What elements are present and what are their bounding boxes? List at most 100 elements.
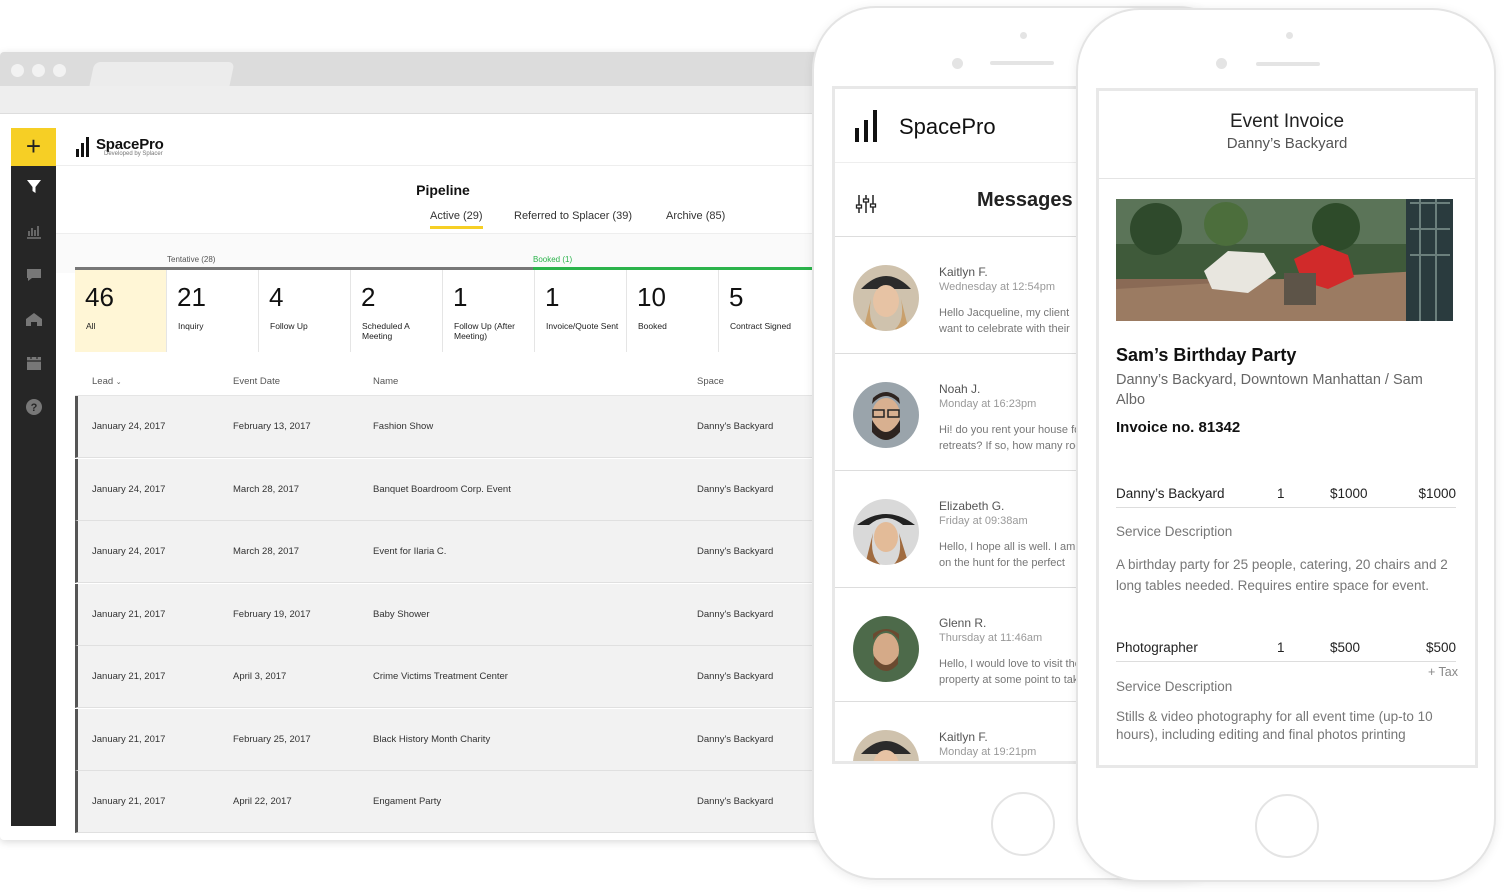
invoice-phone: Event Invoice Danny’s Backyard Sam’s Bir… xyxy=(1076,8,1496,882)
chevron-down-icon: ⌄ xyxy=(115,379,122,386)
cell-event-date: February 13, 2017 xyxy=(233,421,311,432)
table-row[interactable]: January 24, 2017 March 28, 2017 Banquet … xyxy=(75,458,830,521)
message-sender: Noah J. xyxy=(939,382,981,396)
item-total: $500 xyxy=(1425,640,1456,655)
column-lead[interactable]: Lead ⌄ xyxy=(92,376,122,387)
tab-referred[interactable]: Referred to Splacer (39) xyxy=(514,210,632,222)
count-all[interactable]: 46 All xyxy=(75,270,167,352)
item-name: Photographer xyxy=(1116,640,1198,655)
count-label: All xyxy=(86,321,96,331)
item-name: Danny’s Backyard xyxy=(1116,486,1225,501)
cell-space: Danny's Backyard xyxy=(697,796,774,807)
home-button[interactable] xyxy=(991,792,1055,856)
count-number: 1 xyxy=(453,282,468,312)
stage-counts: 46 All 21 Inquiry 4 Follow Up 2 Schedule… xyxy=(75,270,830,352)
cell-event-date: March 28, 2017 xyxy=(233,546,300,557)
filter-icon[interactable] xyxy=(11,178,56,202)
messages-icon[interactable] xyxy=(11,266,56,290)
table-row[interactable]: January 24, 2017 February 13, 2017 Fashi… xyxy=(75,396,830,458)
count-label: Booked xyxy=(638,321,667,331)
count-number: 21 xyxy=(177,282,206,312)
item-total: $1000 xyxy=(1418,486,1456,501)
cell-name: Engament Party xyxy=(373,796,442,807)
cell-space: Danny's Backyard xyxy=(697,733,774,745)
phone-sensor xyxy=(1286,32,1293,39)
column-space[interactable]: Space xyxy=(697,376,724,387)
avatar xyxy=(853,616,919,682)
filter-sliders-icon[interactable] xyxy=(855,193,877,220)
cell-name: Banquet Boardroom Corp. Event xyxy=(373,483,511,495)
avatar xyxy=(853,730,919,761)
count-inquiry[interactable]: 21 Inquiry xyxy=(167,270,259,352)
table-row[interactable]: January 21, 2017 April 22, 2017 Engament… xyxy=(75,771,830,833)
column-name[interactable]: Name xyxy=(373,376,398,387)
cell-space: Danny's Backyard xyxy=(697,608,774,620)
invoice-screen: Event Invoice Danny’s Backyard Sam’s Bir… xyxy=(1096,88,1478,768)
count-scheduled-meeting[interactable]: 2 Scheduled A Meeting xyxy=(351,270,443,352)
invoice-line-item: Photographer 1 $500 $500 xyxy=(1116,636,1456,662)
browser-chrome xyxy=(0,52,830,86)
count-label: Scheduled A Meeting xyxy=(362,321,410,341)
browser-tab[interactable] xyxy=(89,62,235,86)
window-close-dot[interactable] xyxy=(11,64,24,77)
invoice-line-item: Danny’s Backyard 1 $1000 $1000 xyxy=(1116,482,1456,508)
cell-event-date: April 3, 2017 xyxy=(233,671,287,682)
calendar-icon[interactable] xyxy=(11,354,56,378)
count-number: 10 xyxy=(637,282,666,312)
sidebar: + ? xyxy=(11,128,56,826)
message-sender: Kaitlyn F. xyxy=(939,730,988,744)
table-row[interactable]: January 21, 2017 April 3, 2017 Crime Vic… xyxy=(75,646,830,708)
venue-photo xyxy=(1116,199,1453,321)
cell-space: Danny's Backyard xyxy=(697,421,774,432)
cell-lead: January 21, 2017 xyxy=(92,608,166,620)
app-header: SpacePro Developed by Splacer xyxy=(56,128,830,166)
count-booked[interactable]: 10 Booked xyxy=(627,270,719,352)
analytics-icon[interactable] xyxy=(11,222,56,246)
home-button[interactable] xyxy=(1255,794,1319,858)
svg-text:?: ? xyxy=(30,402,37,414)
page-title: Pipeline xyxy=(416,182,470,198)
count-number: 5 xyxy=(729,282,744,312)
message-time: Friday at 09:38am xyxy=(939,515,1028,527)
table-row[interactable]: January 21, 2017 February 25, 2017 Black… xyxy=(75,708,830,771)
count-follow-up[interactable]: 4 Follow Up xyxy=(259,270,351,352)
window-maximize-dot[interactable] xyxy=(53,64,66,77)
cell-lead: January 24, 2017 xyxy=(92,546,166,557)
invoice-number: Invoice no. 81342 xyxy=(1116,419,1241,436)
tab-archive[interactable]: Archive (85) xyxy=(666,210,725,222)
table-row[interactable]: January 24, 2017 March 28, 2017 Event fo… xyxy=(75,521,830,583)
stage-booked-label: Booked (1) xyxy=(533,255,573,264)
message-sender: Glenn R. xyxy=(939,616,987,630)
message-preview: Hello, I would love to visit the property… xyxy=(939,658,1079,686)
message-sender: Elizabeth G. xyxy=(939,499,1005,513)
cell-event-date: April 22, 2017 xyxy=(233,796,292,807)
avatar xyxy=(853,499,919,565)
stage-tentative-label: Tentative (28) xyxy=(167,255,216,264)
message-time: Wednesday at 12:54pm xyxy=(939,281,1055,293)
column-event-date[interactable]: Event Date xyxy=(233,376,280,387)
message-time: Monday at 19:21pm xyxy=(939,746,1037,758)
window-minimize-dot[interactable] xyxy=(32,64,45,77)
tab-active[interactable]: Active (29) xyxy=(430,210,483,229)
count-invoice-sent[interactable]: 1 Invoice/Quote Sent xyxy=(535,270,627,352)
message-time: Monday at 16:23pm xyxy=(939,398,1037,410)
spacepro-logo-icon xyxy=(855,110,879,142)
phone-speaker xyxy=(990,61,1054,65)
cell-event-date: March 28, 2017 xyxy=(233,483,300,495)
spaces-icon[interactable] xyxy=(11,310,56,334)
cell-space: Danny's Backyard xyxy=(697,546,774,557)
add-button[interactable]: + xyxy=(11,128,56,166)
cell-lead: January 24, 2017 xyxy=(92,421,166,432)
event-name: Sam’s Birthday Party xyxy=(1116,345,1297,365)
cell-lead: January 21, 2017 xyxy=(92,671,166,682)
table-row[interactable]: January 21, 2017 February 19, 2017 Baby … xyxy=(75,583,830,646)
help-icon[interactable]: ? xyxy=(11,398,56,422)
message-preview: Hello, I hope all is well. I am on the hu… xyxy=(939,541,1076,569)
cell-lead: January 21, 2017 xyxy=(92,796,166,807)
count-follow-up-after[interactable]: 1 Follow Up (After Meeting) xyxy=(443,270,535,352)
count-label: Contract Signed xyxy=(730,321,791,331)
cell-lead: January 24, 2017 xyxy=(92,483,166,495)
count-label: Invoice/Quote Sent xyxy=(546,321,619,331)
phone-camera xyxy=(952,58,963,69)
table-header: Lead ⌄ Event Date Name Space xyxy=(75,368,830,396)
